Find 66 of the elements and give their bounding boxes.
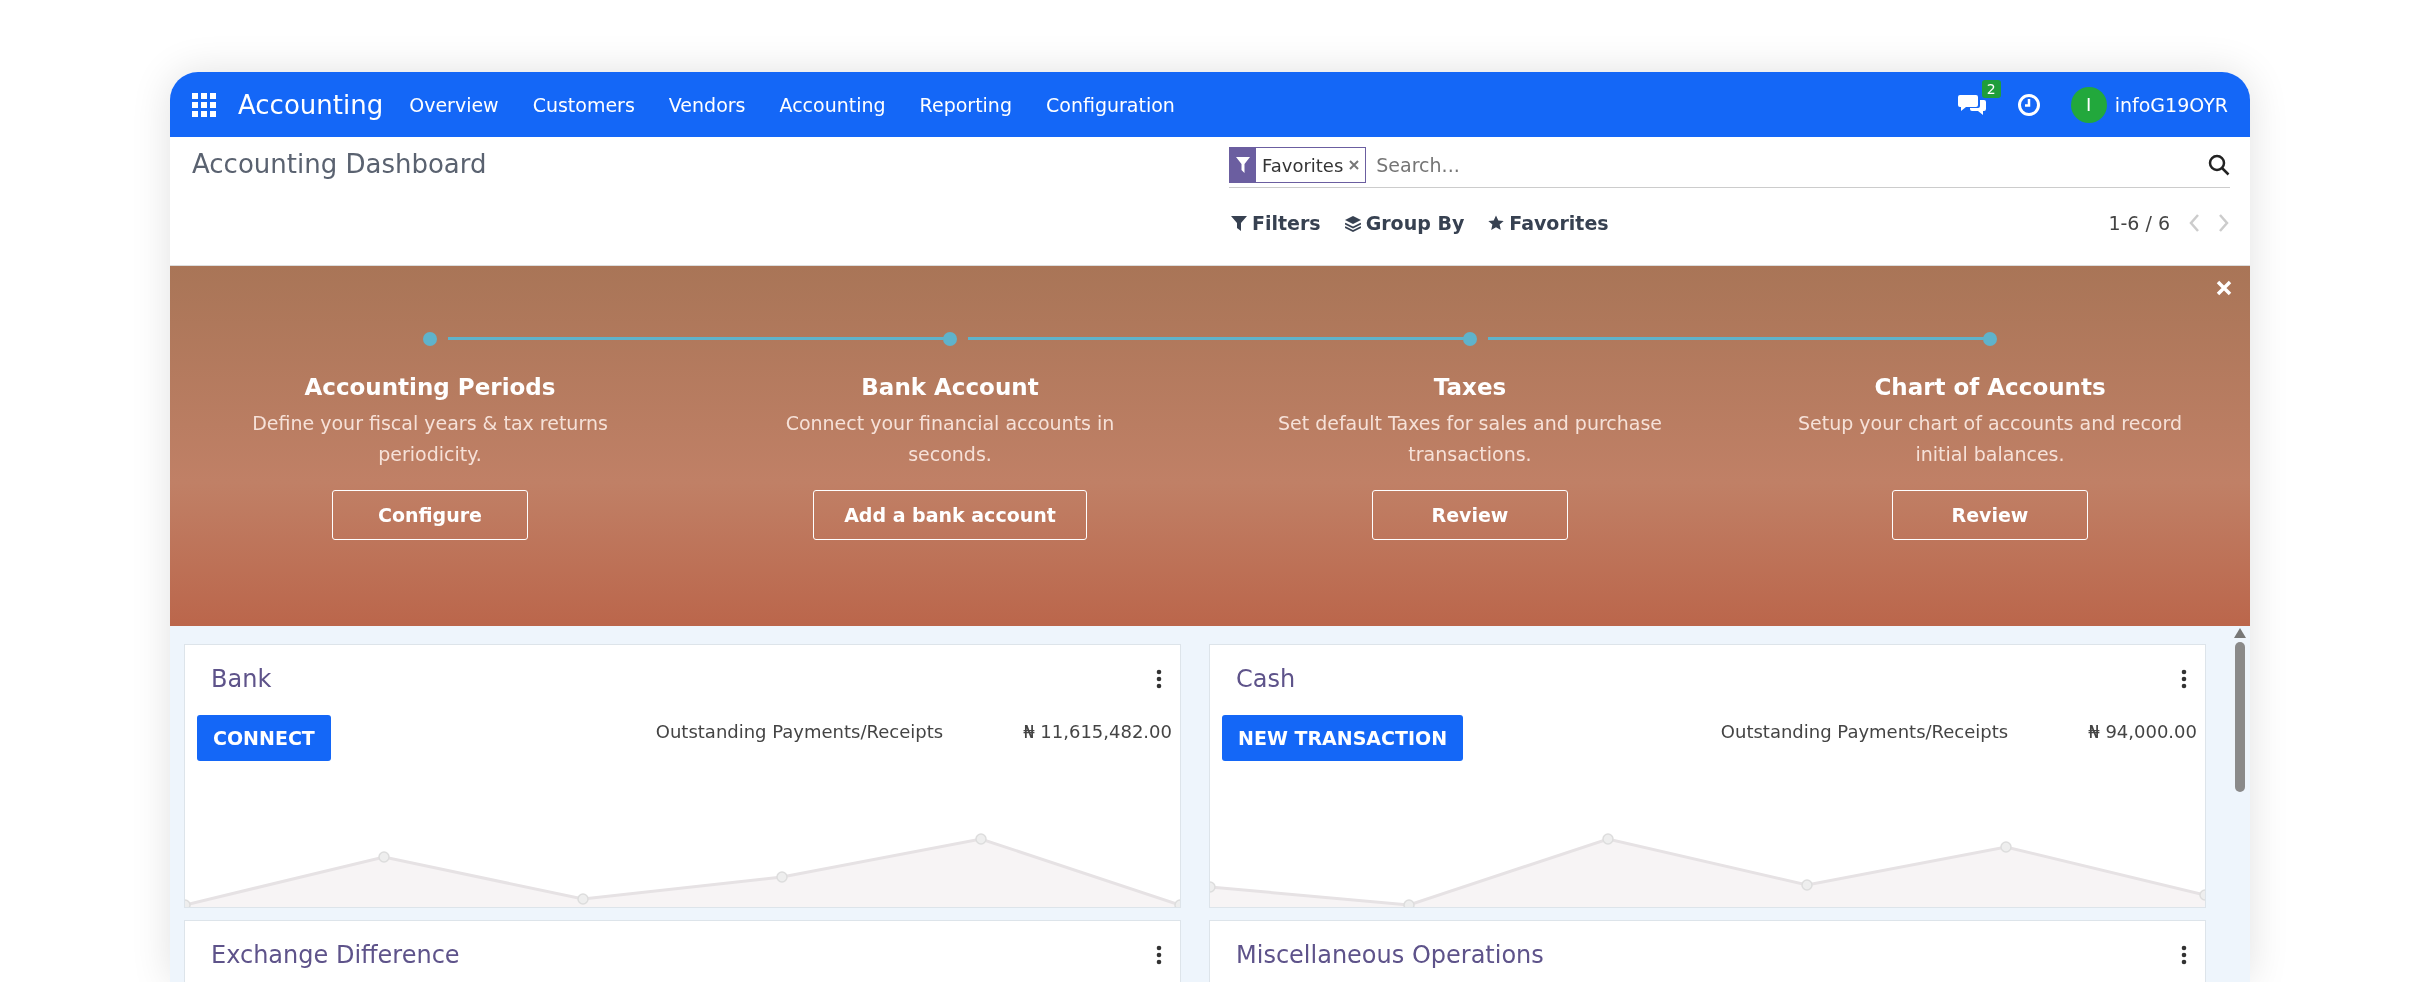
card-title[interactable]: Cash	[1236, 665, 1296, 693]
app-title[interactable]: Accounting	[238, 89, 384, 120]
step-dot	[423, 332, 437, 346]
sparkline-point	[1801, 879, 1813, 891]
step-dot	[943, 332, 957, 346]
card-title[interactable]: Miscellaneous Operations	[1236, 941, 1544, 969]
step-button[interactable]: Add a bank account	[813, 490, 1087, 540]
step-description: Setup your chart of accounts and record initial balances.	[1797, 411, 2183, 467]
toolbar-button[interactable]: Filters	[1229, 208, 1323, 238]
card-label[interactable]: Outstanding Payments/Receipts	[1720, 721, 2009, 742]
page-title: Accounting Dashboard	[192, 149, 488, 179]
sparkline-point	[1602, 833, 1614, 845]
step-description: Connect your financial accounts in seconds.	[784, 411, 1116, 467]
card-amount: ₦ 11,615,482.00	[1023, 721, 1172, 742]
card-amount: ₦ 94,000.00	[2088, 721, 2197, 742]
step-title: Chart of Accounts	[1874, 374, 2106, 400]
card-action-button[interactable]: NEW TRANSACTION	[1222, 715, 1464, 761]
toolbar-button[interactable]: Favorites	[1486, 208, 1611, 238]
star-icon	[1488, 214, 1505, 232]
user-name[interactable]: infoG19OYR	[2114, 93, 2228, 116]
step-button[interactable]: Review	[1892, 490, 2088, 540]
search-facet[interactable]: Favorites	[1229, 147, 1367, 183]
step-button[interactable]: Review	[1372, 490, 1568, 540]
user-avatar[interactable]: I	[2070, 86, 2107, 123]
card-label[interactable]: Outstanding Payments/Receipts	[655, 721, 944, 742]
close-icon[interactable]	[1349, 160, 1360, 170]
menu-item[interactable]: Configuration	[1046, 93, 1175, 116]
card-action-button[interactable]: CONNECT	[197, 715, 331, 761]
step-title: Accounting Periods	[304, 374, 556, 400]
pager-value: 1-6 / 6	[2108, 212, 2170, 234]
toolbar-button[interactable]: Group By	[1342, 208, 1467, 238]
sparkline-point	[2000, 841, 2012, 853]
menu-item[interactable]: Overview	[409, 93, 499, 116]
sparkline-point	[1403, 899, 1415, 907]
apps-grid-icon[interactable]	[192, 92, 216, 117]
message-count-badge: 2	[1981, 79, 2001, 98]
facet-label: Favorites	[1261, 154, 1345, 176]
kebab-menu-icon[interactable]	[1156, 945, 1162, 965]
card-title[interactable]: Bank	[211, 665, 272, 693]
sparkline-point	[2199, 889, 2205, 901]
menu-item[interactable]: Reporting	[919, 93, 1012, 116]
search-input[interactable]: Search...	[1374, 153, 2208, 177]
sparkline-point	[1210, 881, 1216, 893]
menu-item[interactable]: Accounting	[779, 93, 886, 116]
step-title: Bank Account	[861, 374, 1039, 400]
clock-icon[interactable]	[2016, 92, 2041, 117]
layers-icon	[1344, 214, 1361, 232]
card-title[interactable]: Exchange Difference	[211, 941, 460, 969]
step-description: Set default Taxes for sales and purchase transactions.	[1276, 411, 1664, 467]
kebab-menu-icon[interactable]	[2181, 669, 2187, 689]
sparkline-point	[776, 871, 788, 883]
menu-item[interactable]: Customers	[532, 93, 635, 116]
menu-item[interactable]: Vendors	[668, 93, 746, 116]
sparkline-point	[378, 851, 390, 863]
step-description: Define your fiscal years & tax returns periodicity.	[251, 411, 609, 467]
scroll-up-icon[interactable]	[2234, 628, 2246, 638]
step-dot	[1983, 332, 1997, 346]
step-dot	[1463, 332, 1477, 346]
kebab-menu-icon[interactable]	[2181, 945, 2187, 965]
filter-icon	[1231, 214, 1247, 232]
filter-icon	[1236, 157, 1250, 173]
step-title: Taxes	[1433, 374, 1507, 400]
search-icon[interactable]	[2208, 154, 2230, 176]
scrollbar-thumb[interactable]	[2235, 642, 2245, 792]
kebab-menu-icon[interactable]	[1156, 669, 1162, 689]
step-button[interactable]: Configure	[332, 490, 528, 540]
